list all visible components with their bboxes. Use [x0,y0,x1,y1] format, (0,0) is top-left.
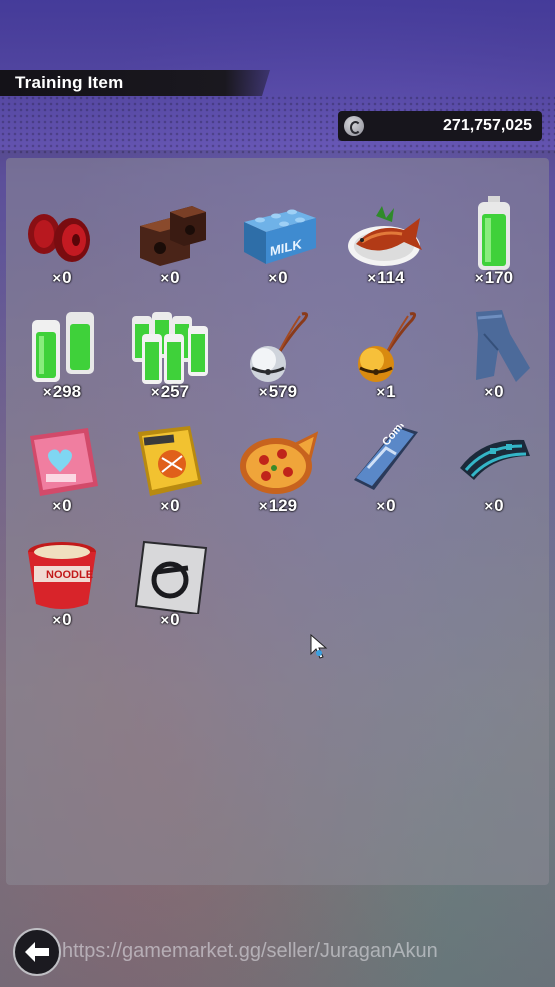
item-count: ×0 [160,610,180,629]
gold-bell-icon [358,312,417,382]
item-slot[interactable]: ×114 [332,192,440,304]
item-slot[interactable]: ×0 [8,192,116,304]
item-count: ×129 [258,496,298,515]
silver-bell-icon [250,312,309,382]
pizza-icon [240,431,318,494]
item-count: ×0 [484,496,504,515]
photo-book-icon [30,428,98,496]
item-slot[interactable]: ×0 [116,420,224,532]
item-slot[interactable]: ×257 [116,306,224,418]
item-count: ×0 [160,496,180,515]
item-slot[interactable]: ×129 [224,420,332,532]
milk-block-icon: MILK [244,209,316,264]
item-count: ×0 [52,610,72,629]
battery-pair-icon [32,312,94,382]
capsule-card-icon [134,540,208,614]
weights-brown-icon [140,206,206,266]
item-slot[interactable]: NOODLE ×0 [8,534,116,646]
item-count: ×579 [258,382,298,401]
item-slot[interactable]: ×579 [224,306,332,418]
item-count: ×170 [474,268,514,287]
fish-dish-icon [348,206,422,266]
cursor-icon [310,634,328,659]
item-count: ×298 [42,382,82,401]
ramen-cup-icon: NOODLE [28,542,96,609]
item-slot[interactable]: ×0 [440,306,548,418]
item-count: ×0 [376,496,396,515]
item-count: ×114 [367,268,405,287]
back-arrow-icon [25,942,49,962]
item-slot[interactable]: ×0 [440,420,548,532]
page-title: Training Item [15,73,124,92]
battery-pack-icon [132,312,208,384]
battery-icon [478,196,510,270]
item-count: ×0 [160,268,180,287]
item-slot[interactable]: ×0 [116,534,224,646]
item-count: ×0 [484,382,504,401]
item-slot[interactable]: ×170 [440,192,548,304]
jeans-icon [476,310,530,382]
item-slot[interactable]: ComiC ×0 [332,420,440,532]
svg-text:NOODLE: NOODLE [46,569,93,581]
scarf-icon [460,439,530,480]
item-count: ×1 [376,382,396,401]
item-count: ×0 [52,496,72,515]
currency-amount: 271,757,025 [443,117,532,134]
watermark-url: https://gamemarket.gg/seller/JuraganAkun [62,940,438,962]
item-slot[interactable]: ×0 [116,192,224,304]
item-count: ×257 [150,382,190,401]
item-slot[interactable]: MILK ×0 [224,192,332,304]
item-slot[interactable]: ×1 [332,306,440,418]
zeni-coin-icon [344,116,364,136]
item-slot[interactable]: ×0 [8,420,116,532]
guide-book-icon [138,426,202,496]
currency-display: 271,757,025 [338,111,542,141]
back-button[interactable] [13,928,61,976]
item-count: ×0 [52,268,72,287]
weights-red-icon [28,214,90,262]
comic-book-icon: ComiC [354,424,418,490]
item-slot[interactable]: ×298 [8,306,116,418]
item-count: ×0 [268,268,288,287]
